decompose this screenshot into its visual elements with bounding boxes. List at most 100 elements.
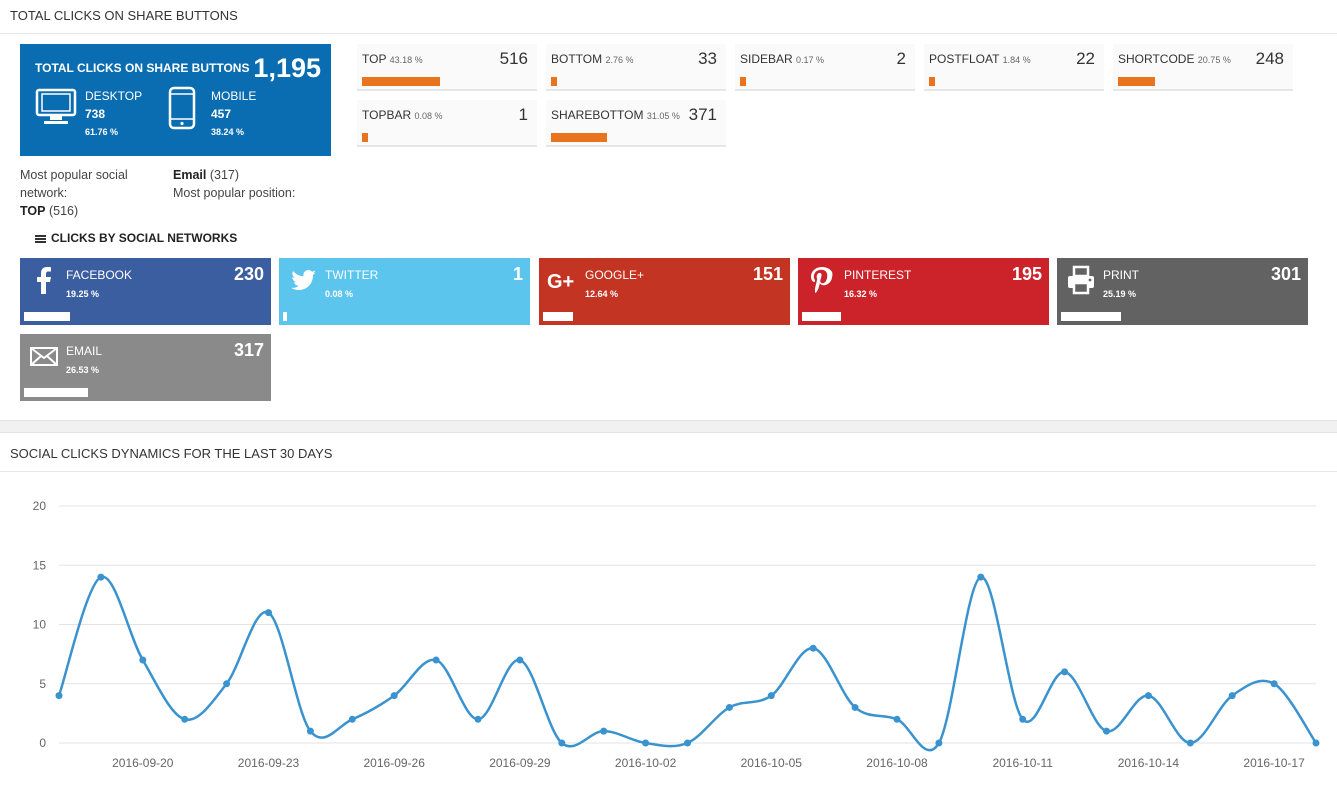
most-popular-position-label: Most popular position: xyxy=(173,186,296,200)
data-point[interactable] xyxy=(97,573,105,581)
network-percent: 12.64 % xyxy=(585,289,619,299)
position-label: SHORTCODE 20.75 % xyxy=(1118,52,1231,66)
network-bar xyxy=(802,312,841,321)
y-tick-label: 0 xyxy=(39,736,46,750)
data-point[interactable] xyxy=(306,727,314,735)
network-percent: 16.32 % xyxy=(844,289,878,299)
network-bar xyxy=(24,312,70,321)
data-point[interactable] xyxy=(809,644,817,652)
network-tile-pinterest: PINTEREST 16.32 % 195 xyxy=(798,258,1049,325)
desktop-value: 738 xyxy=(85,107,106,121)
data-point[interactable] xyxy=(600,727,608,735)
position-bar xyxy=(740,77,746,86)
y-tick-label: 5 xyxy=(39,677,46,691)
data-point[interactable] xyxy=(432,656,440,664)
data-point[interactable] xyxy=(1061,668,1069,676)
data-point[interactable] xyxy=(1019,715,1027,723)
section-title-total: TOTAL CLICKS ON SHARE BUTTONS xyxy=(10,8,238,23)
position-label: BOTTOM 2.76 % xyxy=(551,52,634,66)
position-name: SHAREBOTTOM xyxy=(551,108,644,122)
x-tick-label: 2016-09-20 xyxy=(112,756,174,770)
data-point[interactable] xyxy=(642,739,650,747)
position-value: 248 xyxy=(1255,49,1284,68)
dynamics-line-chart: 0 5 10 15 20 2016-09-20 2016-09-23 2016-09-26 20… xyxy=(33,499,1320,770)
position-card-shortcode: SHORTCODE 20.75 % 248 xyxy=(1113,44,1293,91)
position-card-sharebottom: SHAREBOTTOM 31.05 % 371 xyxy=(546,100,726,147)
data-point[interactable] xyxy=(474,715,482,723)
network-bar xyxy=(283,312,287,321)
position-percent: 2.76 % xyxy=(605,55,634,65)
data-point[interactable] xyxy=(181,715,189,723)
network-tile-email: EMAIL 26.53 % 317 xyxy=(20,334,271,401)
network-label-text: Most popular social network: xyxy=(20,168,128,200)
position-value: 371 xyxy=(688,105,717,124)
data-point[interactable] xyxy=(265,609,272,617)
network-tile-google-plus: G+ GOOGLE+ 12.64 % 151 xyxy=(539,258,790,325)
network-value: 317 xyxy=(233,340,264,360)
desktop-percent: 61.76 % xyxy=(85,127,119,137)
mobile-label: MOBILE xyxy=(211,89,257,103)
data-point[interactable] xyxy=(348,715,356,723)
position-value: 516 xyxy=(499,49,528,68)
position-percent: 31.05 % xyxy=(646,111,680,121)
data-point[interactable] xyxy=(851,703,859,711)
most-popular-position-value: TOP (516) xyxy=(20,202,78,220)
mobile-percent: 38.24 % xyxy=(211,127,245,137)
data-point[interactable] xyxy=(935,739,943,747)
position-label: SIDEBAR 0.17 % xyxy=(740,52,824,66)
x-tick-label: 2016-10-05 xyxy=(741,756,803,770)
data-point[interactable] xyxy=(1186,739,1194,747)
position-percent: 0.08 % xyxy=(414,111,443,121)
list-icon xyxy=(35,235,46,243)
network-name: FACEBOOK xyxy=(66,268,133,282)
section-title-dynamics: SOCIAL CLICKS DYNAMICS FOR THE LAST 30 D… xyxy=(10,446,333,461)
mobile-icon xyxy=(168,86,196,130)
network-percent: 0.08 % xyxy=(325,289,354,299)
network-count: (317) xyxy=(209,168,240,182)
network-value: 301 xyxy=(1270,264,1301,284)
position-label: TOP 43.18 % xyxy=(362,52,423,66)
network-value: Email xyxy=(173,168,207,182)
data-point[interactable] xyxy=(767,692,775,700)
data-point[interactable] xyxy=(1228,692,1236,700)
total-label: TOTAL CLICKS ON SHARE BUTTONS xyxy=(35,61,250,75)
data-point[interactable] xyxy=(139,656,147,664)
series-line xyxy=(57,575,1318,752)
network-tile-facebook: FACEBOOK 19.25 % 230 xyxy=(20,258,271,325)
position-value: 33 xyxy=(698,49,717,68)
network-name: GOOGLE+ xyxy=(585,268,645,282)
position-bar xyxy=(551,77,557,86)
position-bar xyxy=(929,77,935,86)
data-point[interactable] xyxy=(893,715,901,723)
data-point[interactable] xyxy=(558,739,566,747)
most-popular-network-value: Email (317) xyxy=(173,166,239,184)
data-point[interactable] xyxy=(223,680,231,688)
data-point[interactable] xyxy=(684,739,691,747)
data-point[interactable] xyxy=(1270,680,1278,688)
position-name: SHORTCODE xyxy=(1118,52,1195,66)
position-name: SIDEBAR xyxy=(740,52,793,66)
position-card-bottom: BOTTOM 2.76 % 33 xyxy=(546,44,726,91)
position-value: 2 xyxy=(896,49,906,68)
position-bar xyxy=(362,77,440,86)
network-percent: 19.25 % xyxy=(66,289,100,299)
data-point[interactable] xyxy=(725,703,733,711)
data-point[interactable] xyxy=(977,573,985,581)
mobile-value: 457 xyxy=(211,107,232,121)
x-tick-label: 2016-10-17 xyxy=(1243,756,1305,770)
divider xyxy=(0,33,1337,34)
position-label: POSTFLOAT 1.84 % xyxy=(929,52,1031,66)
desktop-label: DESKTOP xyxy=(85,89,143,103)
total-value: 1,195 xyxy=(253,53,321,83)
data-point[interactable] xyxy=(390,692,398,700)
network-name: TWITTER xyxy=(325,268,379,282)
data-point[interactable] xyxy=(1312,739,1320,747)
data-point[interactable] xyxy=(516,656,524,664)
position-card-postfloat: POSTFLOAT 1.84 % 22 xyxy=(924,44,1104,91)
position-card-top: TOP 43.18 % 516 xyxy=(357,44,537,91)
twitter-icon xyxy=(287,264,319,296)
data-point[interactable] xyxy=(1144,692,1152,700)
networks-title: CLICKS BY SOCIAL NETWORKS xyxy=(51,231,238,245)
data-point[interactable] xyxy=(1103,727,1110,735)
data-point[interactable] xyxy=(55,692,63,700)
